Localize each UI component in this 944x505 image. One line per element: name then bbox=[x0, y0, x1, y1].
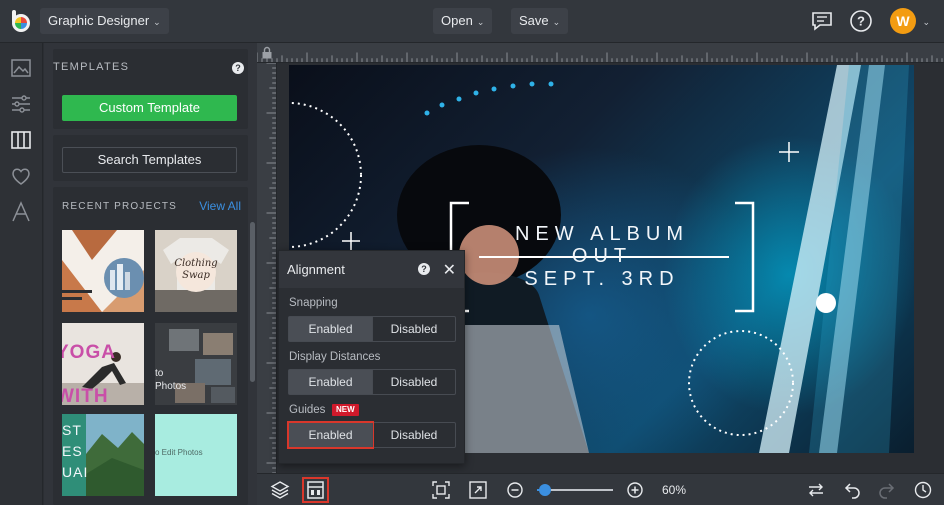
horizontal-ruler bbox=[257, 43, 944, 63]
guides-enabled-button[interactable]: Enabled bbox=[287, 421, 374, 449]
save-dropdown[interactable]: Save ⌄ bbox=[511, 8, 569, 34]
adjustments-sliders-icon[interactable] bbox=[10, 93, 32, 115]
alignment-help-icon[interactable]: ? bbox=[418, 263, 430, 275]
alignment-toggle-button[interactable] bbox=[302, 477, 329, 503]
befunky-logo-icon[interactable] bbox=[8, 8, 34, 34]
guides-label: Guides bbox=[289, 404, 326, 416]
favorites-heart-icon[interactable] bbox=[10, 165, 32, 187]
chevron-down-icon: ⌄ bbox=[153, 17, 161, 27]
snapping-enabled-button[interactable]: Enabled bbox=[289, 317, 372, 341]
view-all-link[interactable]: View All bbox=[199, 199, 241, 213]
app-window: Graphic Designer ⌄ Open ⌄ Save ⌄ ? W ⌄ T… bbox=[0, 0, 944, 505]
chevron-down-icon[interactable]: ⌄ bbox=[922, 17, 930, 28]
tool-rail bbox=[0, 43, 43, 505]
open-label: Open bbox=[441, 13, 473, 28]
zoom-out-icon[interactable] bbox=[505, 480, 525, 500]
alignment-header: Alignment ? ✕ bbox=[279, 251, 464, 288]
user-avatar[interactable]: W bbox=[890, 8, 916, 34]
expand-icon[interactable] bbox=[468, 480, 488, 500]
templates-scrollbar[interactable] bbox=[250, 222, 255, 382]
text-tool-icon[interactable] bbox=[10, 201, 32, 223]
alignment-grid-icon bbox=[307, 481, 324, 499]
feedback-chat-icon[interactable] bbox=[810, 9, 834, 33]
open-dropdown[interactable]: Open ⌄ bbox=[433, 8, 493, 34]
fit-to-screen-icon[interactable] bbox=[431, 480, 451, 500]
save-label: Save bbox=[519, 13, 549, 28]
recent-project-thumb[interactable] bbox=[62, 230, 144, 312]
top-bar: Graphic Designer ⌄ Open ⌄ Save ⌄ ? W ⌄ bbox=[0, 0, 944, 43]
project-preview-image bbox=[62, 230, 144, 312]
recent-project-thumb[interactable]: ST ES UAI bbox=[62, 414, 144, 496]
poster-line-1[interactable]: NEW ALBUM bbox=[469, 223, 735, 246]
templates-panel: TEMPLATES ? Custom Template Search Templ… bbox=[44, 43, 257, 505]
recent-project-thumb[interactable]: YOGA WITH SAM bbox=[62, 323, 144, 405]
guides-toggle: Enabled Disabled bbox=[287, 421, 456, 449]
custom-template-button[interactable]: Custom Template bbox=[62, 95, 237, 121]
recent-project-thumb[interactable]: Clothing Swap bbox=[155, 230, 237, 312]
layers-icon[interactable] bbox=[270, 480, 290, 500]
display-distances-label: Display Distances bbox=[289, 351, 381, 363]
swap-icon[interactable] bbox=[806, 480, 826, 500]
zoom-slider-handle[interactable] bbox=[538, 484, 551, 496]
snapping-disabled-button[interactable]: Disabled bbox=[372, 317, 455, 341]
templates-help-icon[interactable]: ? bbox=[232, 62, 244, 74]
thumb-caption: to Photos bbox=[155, 368, 187, 392]
alignment-title: Alignment bbox=[287, 262, 345, 277]
thumb-caption: o Edit Photos bbox=[155, 448, 203, 457]
guides-disabled-button[interactable]: Disabled bbox=[372, 423, 455, 447]
vertical-ruler bbox=[257, 63, 277, 473]
ruler-lock-icon[interactable] bbox=[261, 46, 273, 59]
poster-line-3[interactable]: SEPT. 3RD bbox=[469, 268, 735, 291]
image-manager-icon[interactable] bbox=[10, 57, 32, 79]
recent-project-thumb[interactable]: o Edit Photos bbox=[155, 414, 237, 496]
zoom-level: 60% bbox=[662, 483, 687, 497]
chevron-down-icon: ⌄ bbox=[476, 17, 485, 27]
undo-icon[interactable] bbox=[842, 480, 862, 500]
recent-projects-label: RECENT PROJECTS bbox=[62, 201, 178, 212]
bottom-toolbar: 60% bbox=[257, 473, 944, 505]
alignment-popup: Alignment ? ✕ Snapping Enabled Disabled … bbox=[278, 250, 465, 464]
app-mode-label: Graphic Designer bbox=[48, 13, 150, 28]
history-icon[interactable] bbox=[913, 480, 933, 500]
new-badge: NEW bbox=[332, 404, 359, 416]
recent-project-thumb[interactable]: to Photos bbox=[155, 323, 237, 405]
app-mode-dropdown[interactable]: Graphic Designer ⌄ bbox=[40, 8, 169, 34]
templates-layout-icon[interactable] bbox=[10, 129, 32, 151]
thumb-caption: YOGA WITH SAM bbox=[62, 342, 116, 405]
templates-title: TEMPLATES bbox=[53, 61, 130, 73]
redo-icon[interactable] bbox=[877, 480, 897, 500]
chevron-down-icon: ⌄ bbox=[552, 17, 561, 27]
thumb-caption: Clothing Swap bbox=[174, 258, 218, 281]
snapping-label: Snapping bbox=[289, 297, 338, 309]
display-distances-toggle: Enabled Disabled bbox=[288, 369, 456, 395]
distances-enabled-button[interactable]: Enabled bbox=[289, 370, 372, 394]
poster-line-2[interactable]: OUT bbox=[469, 245, 735, 268]
search-templates-button[interactable]: Search Templates bbox=[62, 147, 237, 173]
zoom-in-icon[interactable] bbox=[625, 480, 645, 500]
thumb-caption: ST ES UAI bbox=[62, 422, 89, 480]
close-icon[interactable]: ✕ bbox=[443, 260, 456, 280]
help-icon[interactable]: ? bbox=[849, 9, 873, 33]
snapping-toggle: Enabled Disabled bbox=[288, 316, 456, 342]
distances-disabled-button[interactable]: Disabled bbox=[372, 370, 455, 394]
svg-text:?: ? bbox=[857, 14, 865, 29]
